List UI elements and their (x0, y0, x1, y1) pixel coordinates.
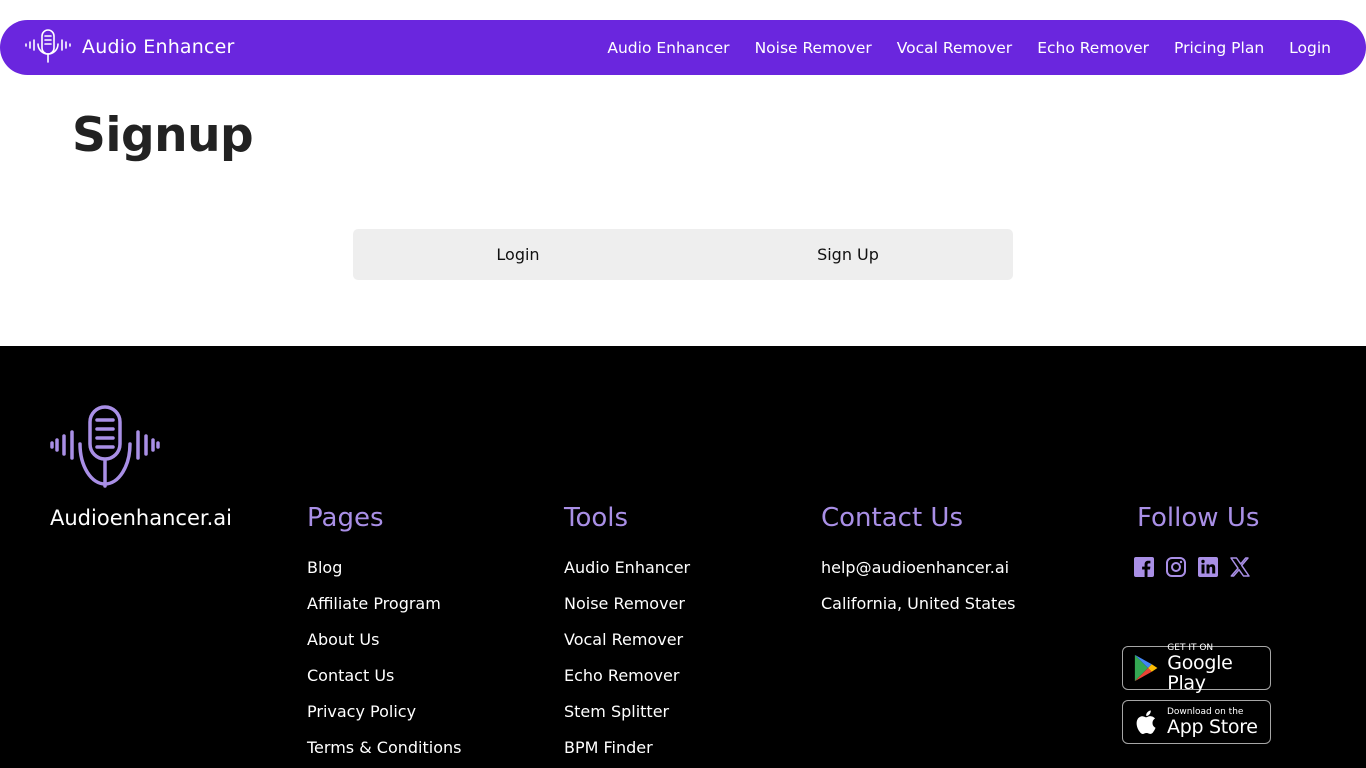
nav-links: Audio Enhancer Noise Remover Vocal Remov… (607, 20, 1331, 75)
footer-link-noise-remover[interactable]: Noise Remover (564, 594, 685, 613)
brand-name: Audio Enhancer (82, 36, 235, 58)
linkedin-icon[interactable] (1197, 556, 1219, 578)
contact-heading: Contact Us (821, 503, 963, 533)
footer-link-vocal-remover[interactable]: Vocal Remover (564, 630, 683, 649)
instagram-icon[interactable] (1165, 556, 1187, 578)
top-navbar: Audio Enhancer Audio Enhancer Noise Remo… (0, 20, 1366, 75)
social-icons (1133, 556, 1251, 578)
nav-link-audio-enhancer[interactable]: Audio Enhancer (607, 39, 729, 57)
footer: Audioenhancer.ai Pages Blog Affiliate Pr… (0, 346, 1366, 768)
app-store-badge[interactable]: Download on the App Store (1122, 700, 1271, 744)
google-play-icon (1134, 654, 1158, 682)
google-play-badge[interactable]: GET IT ON Google Play (1122, 643, 1271, 694)
footer-link-affiliate-program[interactable]: Affiliate Program (307, 594, 441, 613)
nav-link-noise-remover[interactable]: Noise Remover (755, 39, 872, 57)
footer-link-privacy-policy[interactable]: Privacy Policy (307, 702, 416, 721)
nav-link-echo-remover[interactable]: Echo Remover (1037, 39, 1149, 57)
auth-tabs: Login Sign Up (353, 229, 1013, 280)
tab-signup[interactable]: Sign Up (683, 229, 1013, 280)
footer-link-bpm-finder[interactable]: BPM Finder (564, 738, 653, 757)
footer-brand: Audioenhancer.ai (50, 506, 232, 530)
nav-link-login[interactable]: Login (1289, 39, 1331, 57)
footer-link-about-us[interactable]: About Us (307, 630, 379, 649)
nav-link-vocal-remover[interactable]: Vocal Remover (897, 39, 1012, 57)
footer-link-terms-conditions[interactable]: Terms & Conditions (307, 738, 461, 757)
contact-email-link[interactable]: help@audioenhancer.ai (821, 558, 1009, 577)
app-store-big-text: App Store (1167, 716, 1258, 738)
tools-heading: Tools (564, 503, 629, 533)
footer-link-echo-remover[interactable]: Echo Remover (564, 666, 679, 685)
apple-icon (1136, 710, 1156, 734)
contact-location: California, United States (821, 594, 1016, 613)
tab-login[interactable]: Login (353, 229, 683, 280)
nav-link-pricing-plan[interactable]: Pricing Plan (1174, 39, 1264, 57)
page-title: Signup (72, 108, 254, 163)
pages-heading: Pages (307, 503, 384, 533)
footer-link-contact-us[interactable]: Contact Us (307, 666, 394, 685)
google-play-big-text: Google Play (1167, 652, 1233, 694)
x-icon[interactable] (1229, 556, 1251, 578)
footer-link-stem-splitter[interactable]: Stem Splitter (564, 702, 669, 721)
microphone-logo-icon (25, 29, 71, 63)
follow-heading: Follow Us (1137, 503, 1260, 533)
footer-link-blog[interactable]: Blog (307, 558, 342, 577)
brand-link[interactable]: Audio Enhancer (24, 28, 235, 66)
footer-link-audio-enhancer[interactable]: Audio Enhancer (564, 558, 690, 577)
microphone-logo-icon[interactable] (50, 404, 160, 488)
facebook-icon[interactable] (1133, 556, 1155, 578)
